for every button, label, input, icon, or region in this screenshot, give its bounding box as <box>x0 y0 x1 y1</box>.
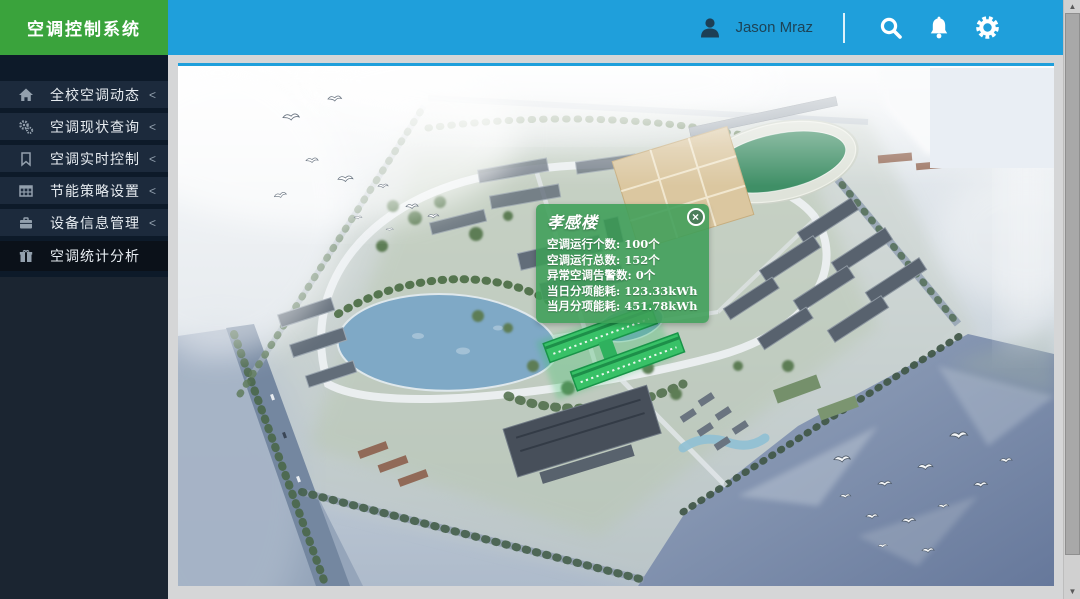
tooltip-row-daily-energy: 当日分项能耗: 123.33kWh <box>547 284 698 300</box>
bookmark-icon <box>17 151 35 167</box>
sidebar-item-ac-current-query[interactable]: 空调现状查询 < <box>0 113 168 140</box>
scroll-down-arrow[interactable]: ▼ <box>1064 585 1080 599</box>
tooltip-close-button[interactable]: × <box>687 208 705 226</box>
tooltip-row-running-count: 空调运行个数: 100个 <box>547 237 698 253</box>
briefcase-icon <box>17 215 35 231</box>
user-menu[interactable]: Jason Mraz <box>697 15 813 41</box>
topbar-divider <box>843 13 845 43</box>
cogs-icon <box>17 119 35 135</box>
app-header: 空调控制系统 Jason Mraz <box>0 0 1063 55</box>
chevron-left-icon: < <box>149 184 156 198</box>
search-icon <box>878 15 904 41</box>
app-logo: 空调控制系统 <box>0 0 168 55</box>
home-icon <box>17 87 35 103</box>
tooltip-row-alarm-count: 异常空调告警数: 0个 <box>547 268 698 284</box>
chevron-left-icon: < <box>149 120 156 134</box>
tooltip-row-total-count: 空调运行总数: 152个 <box>547 253 698 269</box>
scrollbar-thumb[interactable] <box>1065 13 1080 555</box>
campus-map[interactable] <box>178 66 1054 586</box>
tooltip-building-name: 孝感楼 <box>547 209 698 233</box>
map-panel: × 孝感楼 空调运行个数: 100个 空调运行总数: 152个 异常空调告警数:… <box>178 63 1054 586</box>
vertical-scrollbar[interactable]: ▲ ▼ <box>1063 0 1080 599</box>
bell-icon <box>927 15 951 41</box>
sidebar-item-energy-strategy[interactable]: 节能策略设置 < <box>0 177 168 204</box>
user-icon <box>697 15 723 41</box>
notifications-button[interactable] <box>919 8 959 48</box>
sidebar: 全校空调动态 < 空调现状查询 < <box>0 55 168 599</box>
chevron-left-icon: < <box>149 88 156 102</box>
gear-icon <box>974 14 1001 41</box>
chevron-left-icon: < <box>149 152 156 166</box>
sidebar-item-ac-statistics[interactable]: 空调统计分析 <box>0 241 168 271</box>
table-icon <box>17 183 35 199</box>
gift-icon <box>17 248 35 264</box>
sidebar-item-campus-ac-status[interactable]: 全校空调动态 < <box>0 81 168 108</box>
building-tooltip: × 孝感楼 空调运行个数: 100个 空调运行总数: 152个 异常空调告警数:… <box>536 204 709 323</box>
top-bar: Jason Mraz <box>168 0 1063 55</box>
chevron-left-icon: < <box>149 216 156 230</box>
user-name: Jason Mraz <box>735 19 813 36</box>
app-title: 空调控制系统 <box>27 15 141 40</box>
settings-button[interactable] <box>967 8 1007 48</box>
main-content: × 孝感楼 空调运行个数: 100个 空调运行总数: 152个 异常空调告警数:… <box>168 55 1063 599</box>
sidebar-item-ac-realtime-control[interactable]: 空调实时控制 < <box>0 145 168 172</box>
sidebar-item-device-info[interactable]: 设备信息管理 < <box>0 209 168 236</box>
scroll-up-arrow[interactable]: ▲ <box>1064 0 1080 14</box>
search-button[interactable] <box>871 8 911 48</box>
tooltip-row-monthly-energy: 当月分项能耗: 451.78kWh <box>547 299 698 315</box>
app-window: 空调控制系统 Jason Mraz <box>0 0 1080 599</box>
